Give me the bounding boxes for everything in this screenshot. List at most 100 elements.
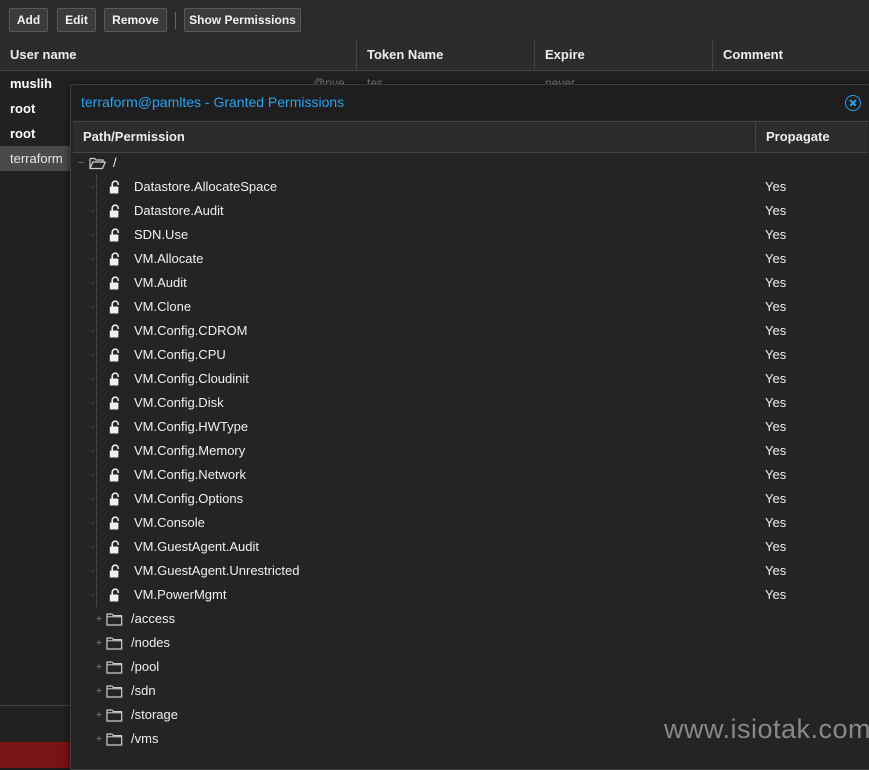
unlock-icon (109, 348, 119, 362)
folder-label: /access (131, 611, 176, 626)
folder-label: /sdn (131, 683, 156, 698)
permission-name: VM.Audit (134, 275, 187, 290)
expand-icon[interactable]: + (93, 655, 105, 679)
propagate-value: Yes (765, 539, 787, 554)
permission-row[interactable]: · VM.Config.CDROM Yes (73, 319, 868, 343)
tree-node-folder[interactable]: + /nodes (73, 631, 868, 655)
tree-connector: · (91, 589, 95, 601)
tree-node-root[interactable]: − / (73, 151, 868, 175)
permission-name: VM.GuestAgent.Audit (134, 539, 260, 554)
unlock-icon (109, 444, 119, 458)
expand-icon[interactable]: + (93, 727, 105, 751)
permission-name: Datastore.AllocateSpace (134, 179, 278, 194)
tree-connector: · (91, 301, 95, 313)
tree-node-folder[interactable]: + /sdn (73, 679, 868, 703)
expand-icon[interactable]: + (93, 703, 105, 727)
token-grid-header: User name Token Name Expire Comment (0, 40, 869, 71)
permission-row[interactable]: · VM.Config.Memory Yes (73, 439, 868, 463)
window-title: terraform@pamltes - Granted Permissions (81, 94, 345, 110)
tree-node-folder[interactable]: + /access (73, 607, 868, 631)
permission-row[interactable]: · VM.Clone Yes (73, 295, 868, 319)
permission-row[interactable]: · VM.GuestAgent.Audit Yes (73, 535, 868, 559)
permission-row[interactable]: · SDN.Use Yes (73, 223, 868, 247)
unlock-icon (109, 588, 119, 602)
propagate-value: Yes (765, 251, 787, 266)
add-button[interactable]: Add (9, 8, 48, 32)
window-header: terraform@pamltes - Granted Permissions (71, 85, 869, 120)
permission-name: VM.Config.CPU (134, 347, 226, 362)
expand-icon[interactable]: + (93, 607, 105, 631)
permission-row[interactable]: · VM.Config.Network Yes (73, 463, 868, 487)
permission-row[interactable]: · VM.Config.CPU Yes (73, 343, 868, 367)
tree-node-label: / (113, 155, 117, 170)
show-permissions-button[interactable]: Show Permissions (184, 8, 301, 32)
permission-row[interactable]: · VM.Console Yes (73, 511, 868, 535)
permission-name: VM.Config.Disk (134, 395, 224, 410)
col-token-name[interactable]: Token Name (357, 40, 535, 70)
permission-name: VM.GuestAgent.Unrestricted (134, 563, 300, 578)
permission-row[interactable]: · VM.GuestAgent.Unrestricted Yes (73, 559, 868, 583)
propagate-value: Yes (765, 515, 787, 530)
permission-row[interactable]: · VM.Config.Options Yes (73, 487, 868, 511)
permission-name: VM.Allocate (134, 251, 204, 266)
tree-connector: · (91, 325, 95, 337)
tree-connector: · (91, 349, 95, 361)
permission-row[interactable]: · VM.Config.Cloudinit Yes (73, 367, 868, 391)
unlock-icon (109, 372, 119, 386)
expand-icon[interactable]: + (93, 631, 105, 655)
watermark-text: www.isiotak.com (664, 714, 869, 744)
tree-connector: · (91, 277, 95, 289)
granted-permissions-window: terraform@pamltes - Granted Permissions … (70, 84, 869, 770)
remove-button[interactable]: Remove (104, 8, 167, 32)
tree-connector: · (91, 373, 95, 385)
tree-connector: · (91, 205, 95, 217)
permission-row[interactable]: · VM.PowerMgmt Yes (73, 583, 868, 607)
tree-connector: · (91, 565, 95, 577)
tree-connector: · (91, 517, 95, 529)
unlock-icon (109, 420, 119, 434)
divider (0, 705, 72, 706)
tree-connector: · (91, 397, 95, 409)
unlock-icon (109, 516, 119, 530)
propagate-value: Yes (765, 227, 787, 242)
expand-icon[interactable]: + (93, 679, 105, 703)
permission-row[interactable]: · VM.Audit Yes (73, 271, 868, 295)
permission-row[interactable]: · VM.Config.HWType Yes (73, 415, 868, 439)
folder-icon (106, 637, 123, 650)
propagate-value: Yes (765, 443, 787, 458)
tree-connector: · (91, 253, 95, 265)
permission-name: VM.Config.CDROM (134, 323, 248, 338)
col-expire[interactable]: Expire (535, 40, 713, 70)
col-comment[interactable]: Comment (713, 40, 869, 70)
edit-button[interactable]: Edit (57, 8, 96, 32)
propagate-value: Yes (765, 203, 787, 218)
propagate-value: Yes (765, 395, 787, 410)
folder-label: /vms (131, 731, 159, 746)
permission-row[interactable]: · Datastore.Audit Yes (73, 199, 868, 223)
tree-connector: · (91, 493, 95, 505)
close-icon[interactable] (845, 95, 861, 111)
permission-name: VM.Clone (134, 299, 192, 314)
propagate-value: Yes (765, 491, 787, 506)
propagate-value: Yes (765, 419, 787, 434)
collapse-icon[interactable]: − (75, 151, 87, 175)
permission-name: VM.Config.Memory (134, 443, 246, 458)
col-path-permission[interactable]: Path/Permission (73, 122, 755, 151)
folder-open-icon (89, 157, 106, 170)
propagate-value: Yes (765, 467, 787, 482)
toolbar-separator (175, 12, 176, 29)
permission-name: SDN.Use (134, 227, 189, 242)
unlock-icon (109, 540, 119, 554)
unlock-icon (109, 468, 119, 482)
col-user-name[interactable]: User name (0, 40, 357, 70)
permission-name: VM.Config.Options (134, 491, 244, 506)
tree-node-folder[interactable]: + /pool (73, 655, 868, 679)
unlock-icon (109, 492, 119, 506)
permission-row[interactable]: · VM.Config.Disk Yes (73, 391, 868, 415)
user-cell: root (10, 126, 36, 141)
col-propagate[interactable]: Propagate (756, 122, 868, 151)
permission-row[interactable]: · Datastore.AllocateSpace Yes (73, 175, 868, 199)
unlock-icon (109, 180, 119, 194)
folder-label: /pool (131, 659, 160, 674)
permission-row[interactable]: · VM.Allocate Yes (73, 247, 868, 271)
